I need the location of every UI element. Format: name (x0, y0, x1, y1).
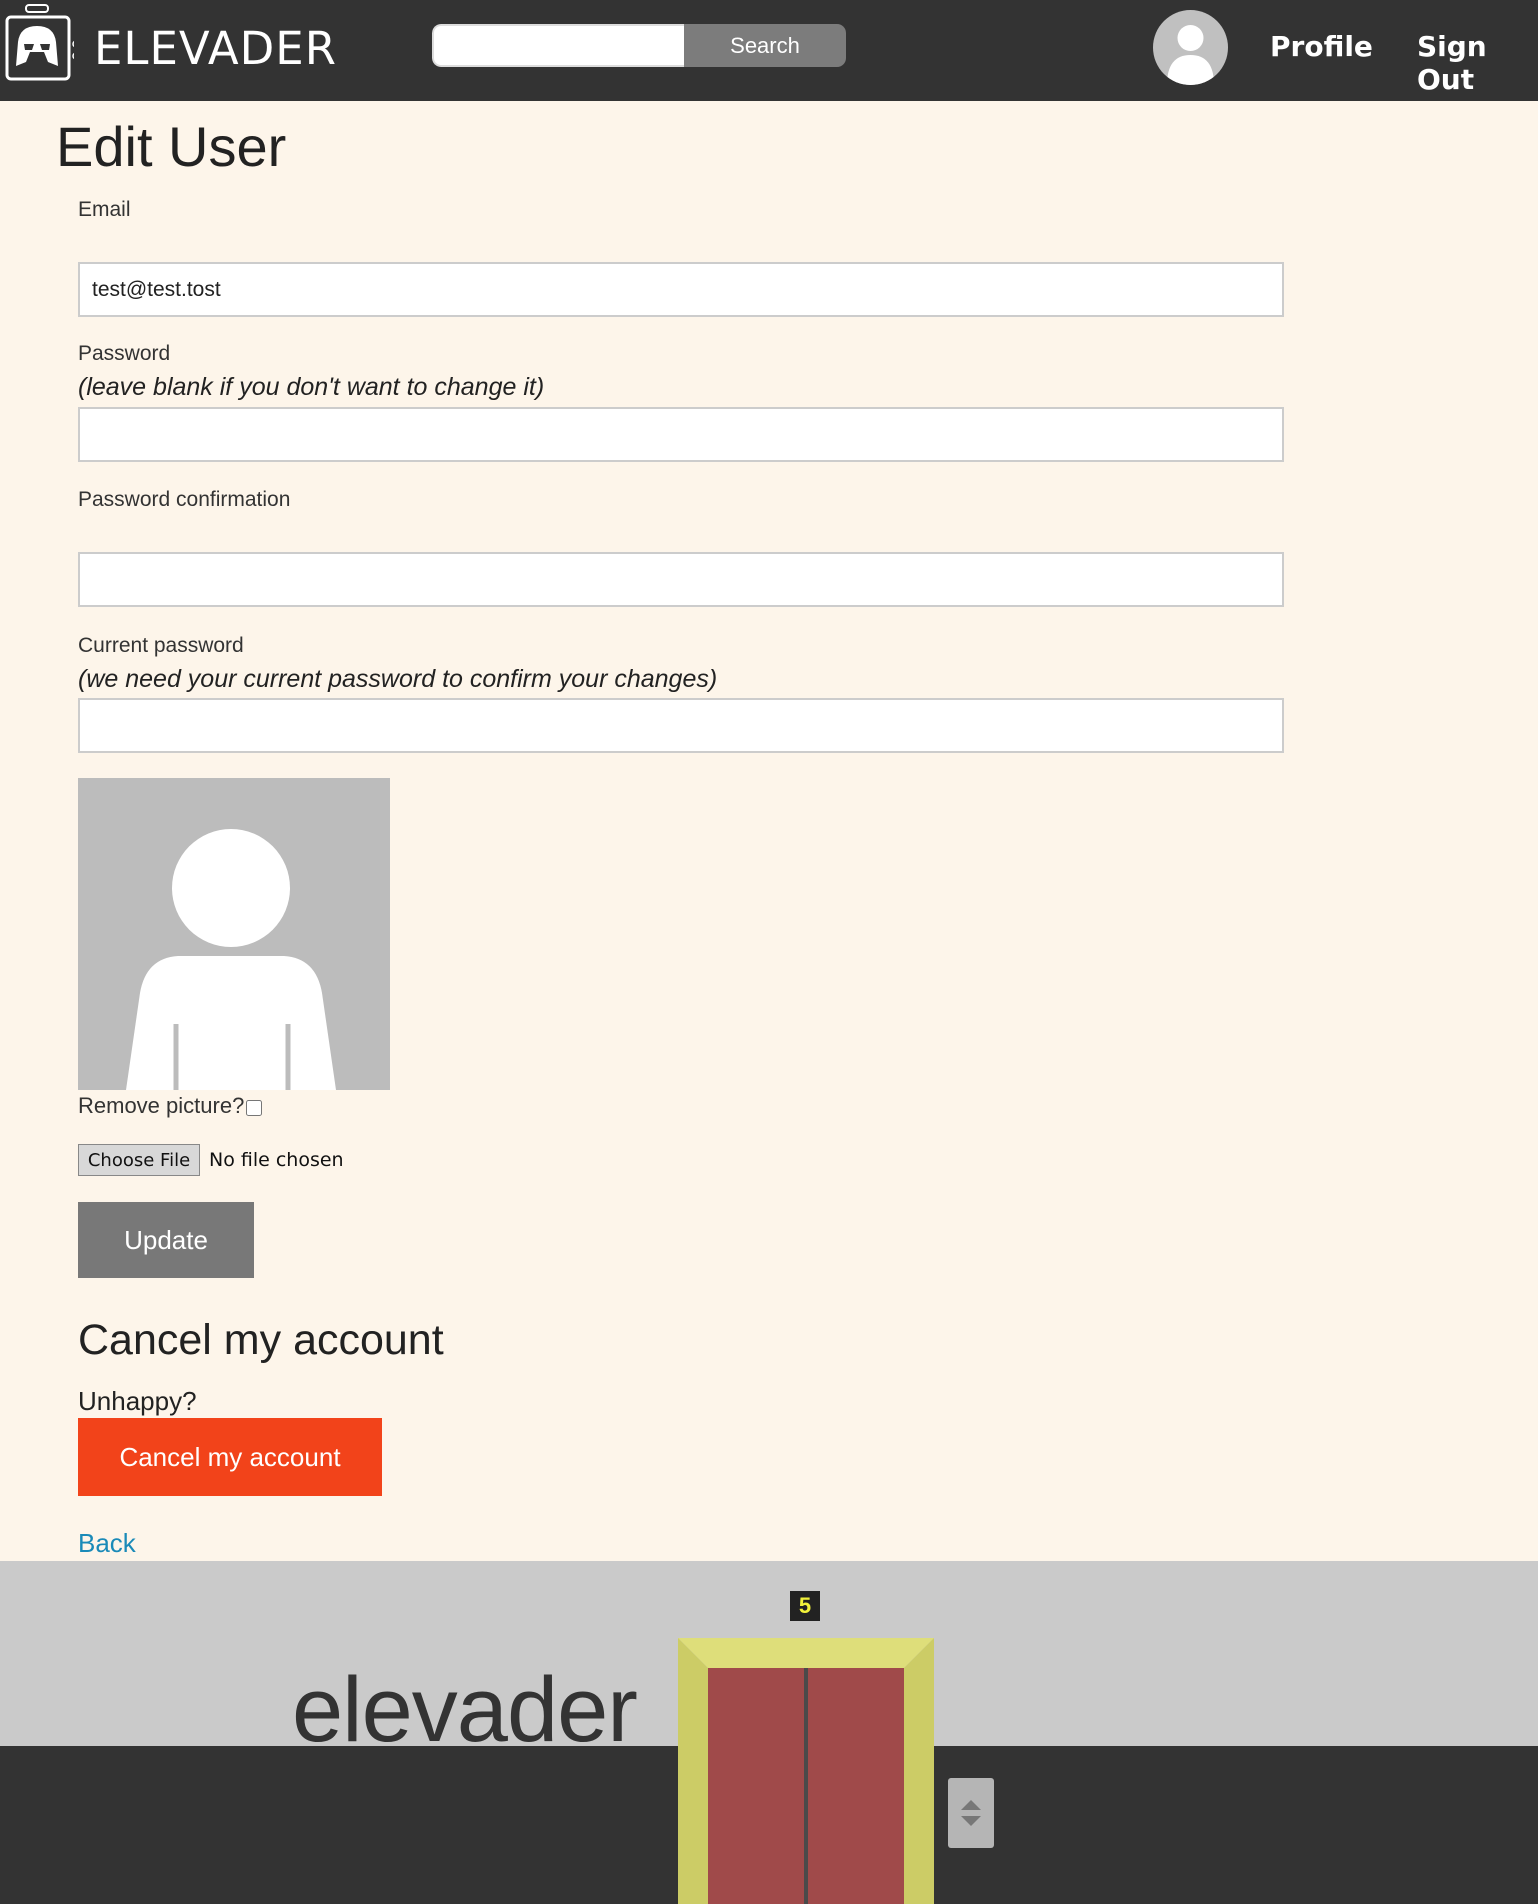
search-input[interactable] (432, 24, 684, 67)
email-label: Email (78, 198, 131, 221)
darth-vader-logo-icon[interactable] (4, 4, 74, 82)
remove-picture-label: Remove picture? (78, 1093, 245, 1118)
update-button[interactable]: Update (78, 1202, 254, 1278)
password-field[interactable] (78, 407, 1284, 462)
remove-picture-checkbox[interactable] (246, 1100, 263, 1116)
current-password-hint: (we need your current password to confir… (78, 665, 718, 693)
profile-picture (78, 778, 390, 1090)
search-bar: Search (432, 24, 846, 67)
password-label: Password (78, 342, 171, 365)
elevator-call-button[interactable] (948, 1778, 994, 1848)
password-confirmation-field[interactable] (78, 552, 1284, 607)
file-status: No file chosen (209, 1149, 344, 1171)
nav-sign-out-link[interactable]: Sign Out (1417, 30, 1538, 96)
brand-name[interactable]: ELEVADER (94, 22, 337, 75)
current-password-label: Current password (78, 634, 244, 657)
choose-file-button[interactable]: Choose File (78, 1144, 200, 1176)
cancel-account-heading: Cancel my account (78, 1316, 444, 1364)
floor-indicator: 5 (790, 1591, 820, 1621)
back-link[interactable]: Back (78, 1528, 136, 1559)
up-down-arrows-icon (961, 1800, 981, 1826)
elevator-icon[interactable] (678, 1638, 934, 1904)
user-avatar-icon[interactable] (1153, 10, 1228, 85)
cancel-account-button[interactable]: Cancel my account (78, 1418, 382, 1496)
footer-wordmark: elevader (292, 1659, 638, 1761)
current-password-field[interactable] (78, 698, 1284, 753)
password-confirmation-label: Password confirmation (78, 488, 291, 511)
email-field[interactable] (78, 262, 1284, 317)
nav-profile-link[interactable]: Profile (1270, 30, 1373, 63)
remove-picture-row: Remove picture? (78, 1093, 263, 1119)
page-title: Edit User (56, 115, 287, 178)
search-button[interactable]: Search (684, 24, 846, 67)
top-navbar: ELEVADER Search Profile Sign Out (0, 0, 1538, 101)
password-hint: (leave blank if you don't want to change… (78, 373, 545, 401)
file-upload: Choose File No file chosen (78, 1144, 344, 1176)
default-user-icon (126, 829, 336, 1090)
unhappy-prompt: Unhappy? (78, 1386, 197, 1416)
